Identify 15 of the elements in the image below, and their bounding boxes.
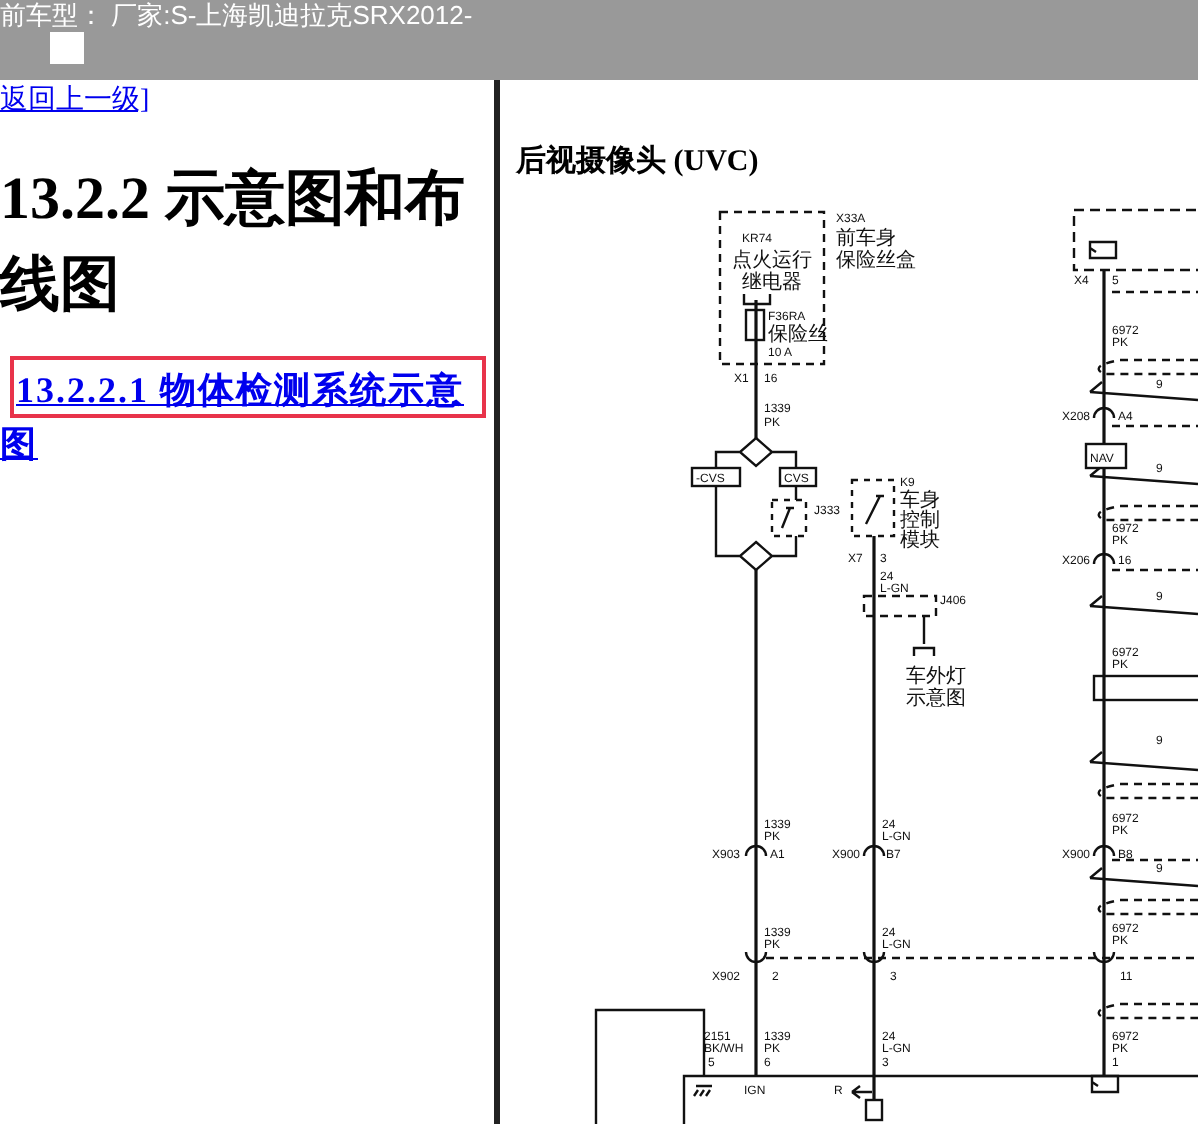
square-icon [50,32,84,64]
car-model-text: 前车型： 厂家:S-上海凯迪拉克SRX2012- [0,0,473,34]
diagram-label: 车外灯 [906,666,966,688]
diagram-title: 后视摄像头 (UVC) [516,144,761,180]
diagram-label: 保险丝 [768,324,828,346]
back-link[interactable]: 返回上一级] [0,82,150,118]
diagram-label: 车身 [900,490,940,512]
diagram-label: 模块 [900,530,940,552]
diagram-label: 保险丝盒 [836,250,916,272]
diagram-label: 前车身 [836,228,896,250]
diagram-label: 控制 [900,510,940,532]
diagram-label: 继电器 [742,272,802,294]
diagram-label: 示意图 [906,688,966,710]
diagram-label: 点火运行 [732,250,812,272]
subsection-link[interactable]: 13.2.2.1 物体检测系统示意图 [0,364,476,472]
